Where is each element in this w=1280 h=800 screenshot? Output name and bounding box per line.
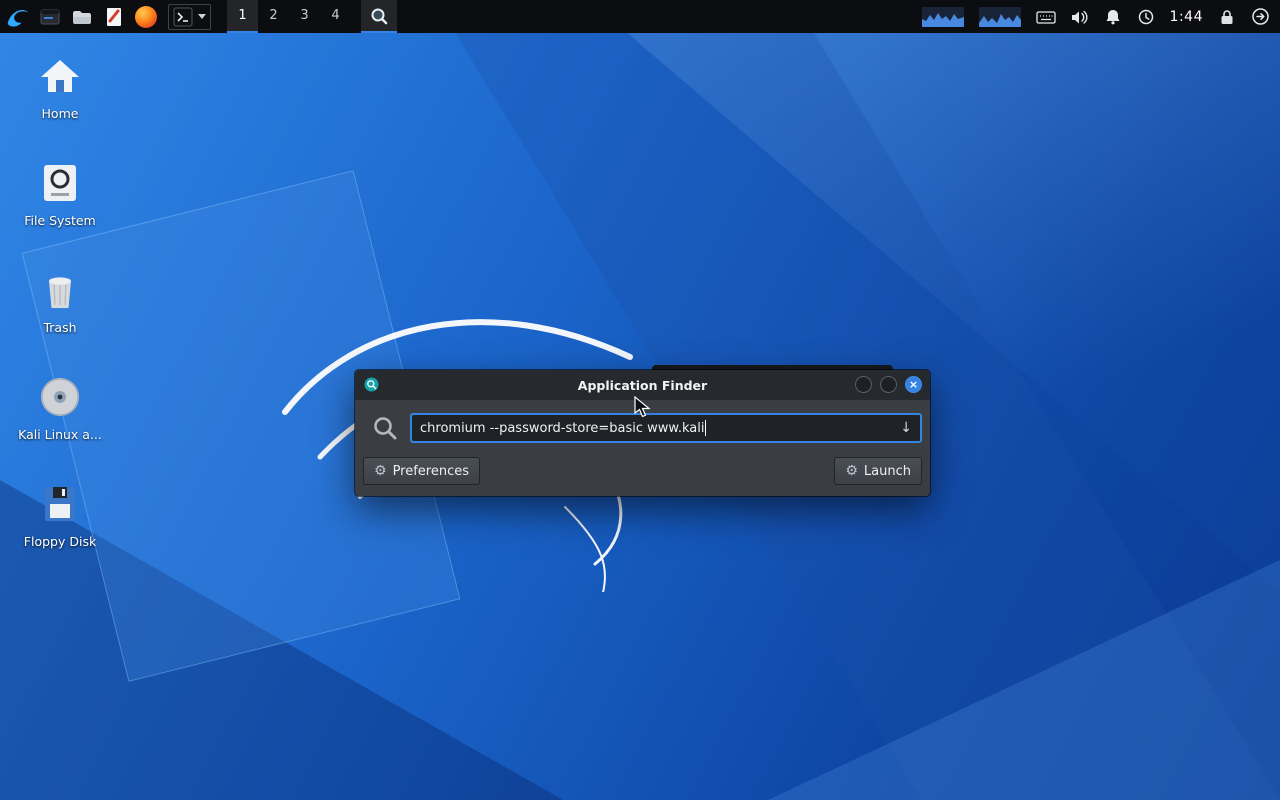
dialog-body: chromium --password-store=basic www.kali…: [355, 413, 930, 485]
system-monitor-graph-2[interactable]: [979, 7, 1021, 27]
workspace-1[interactable]: 1: [227, 0, 258, 33]
desktop-icon-label: Floppy Disk: [24, 534, 96, 549]
window-title: Application Finder: [355, 378, 930, 393]
search-input[interactable]: chromium --password-store=basic www.kali…: [410, 413, 922, 443]
mouse-cursor: [634, 396, 654, 420]
preferences-button[interactable]: ⚙ Preferences: [363, 457, 480, 485]
desktop-icon-trash[interactable]: Trash: [12, 266, 108, 362]
desktop-icon-kali-cdrom[interactable]: Kali Linux a...: [12, 373, 108, 469]
launch-button-label: Launch: [864, 464, 911, 479]
system-tray: 1:44: [922, 7, 1280, 27]
desktop-icon-label: File System: [24, 213, 96, 228]
desktop-icons: Home File System Trash: [12, 52, 108, 587]
volume-icon[interactable]: [1071, 9, 1089, 25]
disc-icon: [36, 373, 84, 421]
terminal-dropdown-caret[interactable]: [198, 14, 206, 19]
top-panel: 1 2 3 4: [0, 0, 1280, 33]
desktop-icon-label: Kali Linux a...: [18, 427, 102, 442]
workspace-switcher: 1 2 3 4: [227, 0, 351, 33]
system-monitor-graph-1[interactable]: [922, 7, 964, 27]
keyboard-icon[interactable]: [1036, 9, 1056, 25]
logout-power-icon[interactable]: [1251, 7, 1270, 26]
preferences-button-label: Preferences: [393, 464, 469, 479]
workspace-1-label: 1: [238, 8, 246, 23]
search-input-value: chromium --password-store=basic www.kali: [420, 421, 704, 436]
history-dropdown-arrow[interactable]: ↓: [900, 420, 912, 436]
floppy-icon: [36, 480, 84, 528]
desktop-icon-label: Home: [42, 106, 79, 121]
launch-gear-icon: ⚙: [845, 464, 858, 478]
terminal-icon: [173, 7, 193, 27]
desktop-icon-home[interactable]: Home: [12, 52, 108, 148]
desktop-icon-file-system[interactable]: File System: [12, 159, 108, 255]
trash-icon: [36, 266, 84, 314]
workspace-2-label: 2: [269, 8, 277, 23]
workspace-4-label: 4: [331, 8, 339, 23]
workspace-3-label: 3: [300, 8, 308, 23]
maximize-button[interactable]: [880, 376, 897, 393]
firefox-icon[interactable]: [130, 0, 162, 33]
updates-sync-icon[interactable]: [1137, 8, 1155, 26]
window-manager-icon[interactable]: [34, 0, 66, 33]
terminal-launcher[interactable]: [168, 4, 211, 30]
window-controls: ×: [855, 376, 922, 393]
launch-button[interactable]: ⚙ Launch: [834, 457, 922, 485]
desktop-icon-floppy[interactable]: Floppy Disk: [12, 480, 108, 576]
text-caret: [705, 420, 706, 436]
minimize-button[interactable]: [855, 376, 872, 393]
lock-screen-icon[interactable]: [1218, 8, 1236, 26]
taskbar-application-finder[interactable]: [361, 0, 397, 33]
desktop-icon-label: Trash: [43, 320, 76, 335]
file-manager-icon[interactable]: [66, 0, 98, 33]
kali-menu-icon[interactable]: [0, 0, 34, 33]
close-button[interactable]: ×: [905, 376, 922, 393]
notifications-bell-icon[interactable]: [1104, 8, 1122, 25]
gear-icon: ⚙: [374, 464, 387, 478]
clock[interactable]: 1:44: [1170, 9, 1203, 25]
app-finder-task-icon: [369, 6, 389, 26]
desktop: 1 2 3 4: [0, 0, 1280, 800]
home-icon: [36, 52, 84, 100]
close-icon: ×: [909, 379, 918, 390]
drive-icon: [36, 159, 84, 207]
application-finder-window: Application Finder × chromium --password…: [355, 370, 930, 496]
search-icon: [372, 415, 399, 442]
text-editor-icon[interactable]: [98, 0, 130, 33]
workspace-3[interactable]: 3: [289, 0, 320, 33]
workspace-4[interactable]: 4: [320, 0, 351, 33]
workspace-2[interactable]: 2: [258, 0, 289, 33]
